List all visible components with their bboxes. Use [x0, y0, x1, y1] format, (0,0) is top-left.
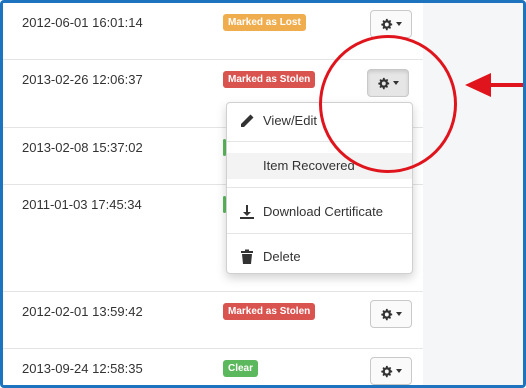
gear-icon [381, 18, 393, 30]
gear-icon [381, 365, 393, 377]
row-date: 2012-02-01 13:59:42 [22, 304, 143, 319]
table-row: 2013-09-24 12:58:35 Clear [3, 349, 423, 385]
caret-down-icon [396, 312, 402, 316]
menu-item-delete[interactable]: Delete [227, 244, 412, 270]
row-date: 2012-06-01 16:01:14 [22, 15, 143, 30]
caret-down-icon [396, 369, 402, 373]
status-badge: Clear [223, 360, 259, 377]
annotation-arrow-head [465, 73, 491, 97]
gear-icon [381, 308, 393, 320]
menu-item-label: Item Recovered [263, 158, 355, 173]
table-row: 2012-02-01 13:59:42 Marked as Stolen [3, 292, 423, 349]
download-icon [240, 205, 254, 219]
annotation-arrow-shaft [489, 83, 523, 87]
menu-item-label: Download Certificate [263, 204, 383, 219]
menu-item-download-certificate[interactable]: Download Certificate [227, 199, 412, 225]
actions-dropdown-button[interactable] [370, 10, 412, 38]
menu-item-label: View/Edit [263, 113, 317, 128]
pencil-icon [241, 114, 254, 127]
status-badge: Marked as Stolen [223, 303, 316, 320]
row-date: 2013-09-24 12:58:35 [22, 361, 143, 376]
trash-icon [241, 249, 253, 264]
caret-down-icon [396, 22, 402, 26]
menu-divider [227, 187, 412, 188]
screenshot-frame: 2012-06-01 16:01:14 Marked as Lost 2013-… [0, 0, 526, 388]
actions-dropdown-button[interactable] [370, 300, 412, 328]
actions-dropdown-button[interactable] [370, 357, 412, 385]
annotation-circle [319, 35, 457, 173]
menu-item-label: Delete [263, 249, 301, 264]
menu-divider [227, 233, 412, 234]
row-date: 2011-01-03 17:45:34 [22, 197, 142, 212]
row-date: 2013-02-26 12:06:37 [22, 72, 143, 87]
row-date: 2013-02-08 15:37:02 [22, 140, 143, 155]
status-badge: Marked as Stolen [223, 71, 316, 88]
status-badge: Marked as Lost [223, 14, 306, 31]
